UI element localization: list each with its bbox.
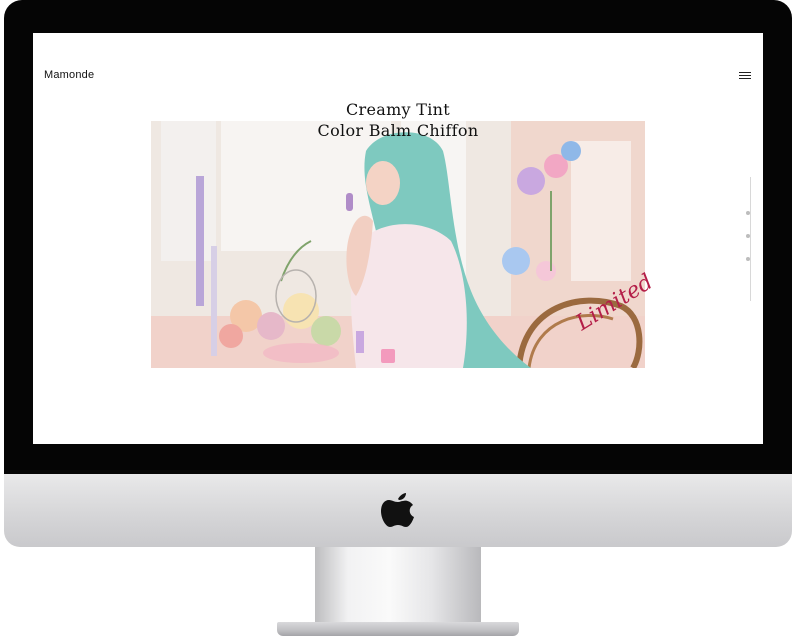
monitor-stand-foot xyxy=(277,622,519,636)
website-screen: Mamonde Creamy Tint Color Balm Chiffon L… xyxy=(33,33,763,444)
hero-title-line-1: Creamy Tint xyxy=(345,100,451,119)
brand-logo[interactable]: Mamonde xyxy=(44,69,94,81)
pagination-dot-1[interactable] xyxy=(746,211,750,215)
hero-image xyxy=(151,121,645,368)
slide-pagination xyxy=(746,177,751,301)
monitor-stand-neck xyxy=(315,547,481,627)
hero-title-line-2: Color Balm Chiffon xyxy=(317,121,479,140)
pagination-dot-3[interactable] xyxy=(746,257,750,261)
apple-logo-icon xyxy=(381,493,414,527)
pagination-dot-2[interactable] xyxy=(746,234,750,238)
hero-title: Creamy Tint Color Balm Chiffon xyxy=(33,99,763,141)
hamburger-menu-icon[interactable] xyxy=(739,72,751,80)
